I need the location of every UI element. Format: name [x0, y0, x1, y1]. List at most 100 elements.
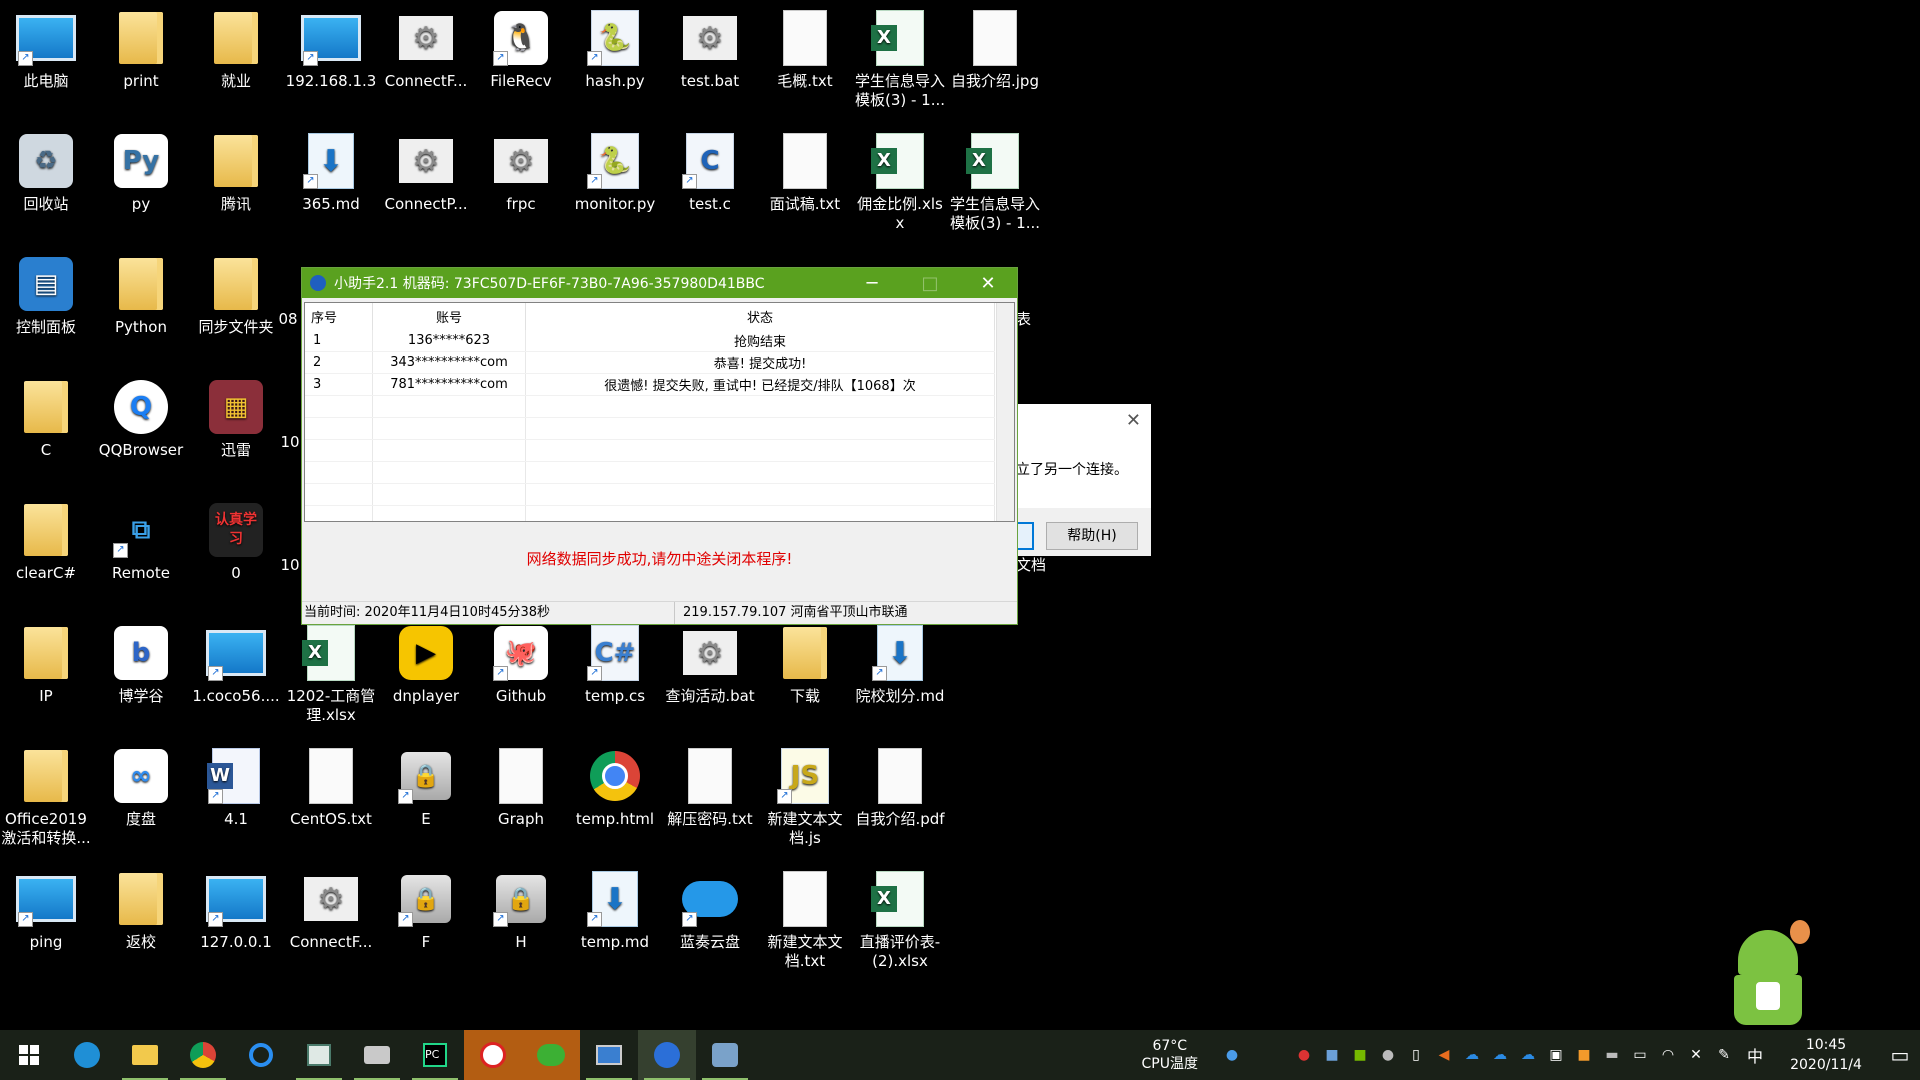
desktop-icon[interactable]: 🐧 ↗ FileRecv: [474, 4, 568, 91]
network-tool-icon[interactable]: [348, 1030, 406, 1080]
desktop-icon[interactable]: C# ↗ temp.cs: [568, 619, 662, 706]
desktop-icon[interactable]: ↗ 此电脑: [0, 4, 93, 91]
desktop-icon[interactable]: X 直播评价表-(2).xlsx: [853, 865, 947, 971]
desktop-icon[interactable]: X 学生信息导入模板(3) - 1...: [853, 4, 947, 110]
usb-icon[interactable]: ▯: [1404, 1047, 1428, 1063]
desktop-icon[interactable]: Q QQBrowser: [94, 373, 188, 460]
default-button[interactable]: [1016, 522, 1034, 550]
desktop-icon[interactable]: ⚙ ConnectF...: [379, 4, 473, 91]
maximize-button[interactable]: □: [901, 273, 959, 294]
desktop-icon[interactable]: ↗ 蓝奏云盘: [663, 865, 757, 952]
desktop-icon[interactable]: 🔒 ↗ E: [379, 742, 473, 829]
minimize-button[interactable]: ─: [843, 273, 901, 294]
edge-icon[interactable]: [58, 1030, 116, 1080]
desktop-icon[interactable]: 下载: [758, 619, 852, 706]
table-row[interactable]: [305, 461, 1014, 484]
desktop-icon[interactable]: b 博学谷: [94, 619, 188, 706]
table-row[interactable]: [305, 395, 1014, 418]
pycharm-icon[interactable]: PC: [406, 1030, 464, 1080]
desktop-icon[interactable]: ▦ 迅雷: [189, 373, 283, 460]
desktop-icon[interactable]: CentOS.txt: [284, 742, 378, 829]
table-row[interactable]: [305, 439, 1014, 462]
network-adapter-icon[interactable]: ▬: [1600, 1047, 1624, 1063]
qq-icon[interactable]: [464, 1030, 522, 1080]
table-row[interactable]: [305, 417, 1014, 440]
desktop-icon[interactable]: X 佣金比例.xlsx: [853, 127, 947, 233]
android-mascot-icon[interactable]: [1730, 920, 1810, 1030]
desktop-icon[interactable]: IP: [0, 619, 93, 706]
desktop-icon[interactable]: ♻ 回收站: [0, 127, 93, 214]
app-window-icon[interactable]: [290, 1030, 348, 1080]
desktop-icon[interactable]: ⚙ ConnectF...: [284, 865, 378, 952]
desktop-icon[interactable]: 同步文件夹: [189, 250, 283, 337]
desktop-icon[interactable]: 自我介绍.pdf: [853, 742, 947, 829]
desktop-icon[interactable]: temp.html: [568, 742, 662, 829]
desktop-icon[interactable]: 毛概.txt: [758, 4, 852, 91]
desktop-icon[interactable]: Python: [94, 250, 188, 337]
monitor-tray-icon[interactable]: ■: [1320, 1047, 1344, 1063]
desktop-icon[interactable]: C: [0, 373, 93, 460]
table-row[interactable]: 3 781**********com 很遗憾! 提交失败, 重试中! 已经提交/排队…: [305, 373, 1014, 396]
desktop-icon[interactable]: C ↗ test.c: [663, 127, 757, 214]
file-explorer-icon[interactable]: [116, 1030, 174, 1080]
battery-icon[interactable]: ▭: [1628, 1047, 1652, 1063]
onedrive-icon[interactable]: ☁: [1460, 1047, 1484, 1063]
desktop-icon[interactable]: ⬇ ↗ temp.md: [568, 865, 662, 952]
desktop-icon[interactable]: JS ↗ 新建文本文档.js: [758, 742, 852, 848]
table-row[interactable]: 1 136*****623 抢购结束: [305, 330, 1014, 352]
desktop-icon[interactable]: ▤ 控制面板: [0, 250, 93, 337]
desktop-icon[interactable]: ⧉ ↗ Remote: [94, 496, 188, 583]
desktop-icon[interactable]: 面试稿.txt: [758, 127, 852, 214]
ime-tray-icon[interactable]: ▣: [1544, 1047, 1568, 1063]
column-header-account[interactable]: 账号: [372, 303, 526, 330]
desktop-icon[interactable]: print: [94, 4, 188, 91]
desktop-icon[interactable]: 认真学习 0: [189, 496, 283, 583]
desktop-icon[interactable]: 腾讯: [189, 127, 283, 214]
help-button[interactable]: 帮助(H): [1046, 522, 1138, 550]
tool-icon[interactable]: [696, 1030, 754, 1080]
desktop-icon[interactable]: ⚙ test.bat: [663, 4, 757, 91]
desktop-icon[interactable]: ↗ ping: [0, 865, 93, 952]
desktop-icon[interactable]: Py py: [94, 127, 188, 214]
desktop-icon[interactable]: 🐍 ↗ hash.py: [568, 4, 662, 91]
qqbrowser-icon[interactable]: [232, 1030, 290, 1080]
desktop-icon[interactable]: ↗ 192.168.1.3: [284, 4, 378, 91]
tray-app-icon[interactable]: ●: [1220, 1047, 1244, 1063]
table-row[interactable]: [305, 483, 1014, 506]
desktop-icon[interactable]: 🐍 ↗ monitor.py: [568, 127, 662, 214]
table-row[interactable]: [305, 505, 1014, 521]
desktop-icon[interactable]: 返校: [94, 865, 188, 952]
helper-app-icon[interactable]: [638, 1030, 696, 1080]
desktop-icon[interactable]: ↗ 127.0.0.1: [189, 865, 283, 952]
desktop-icon[interactable]: ↗ 1.coco56....: [189, 619, 283, 706]
wechat-icon[interactable]: [522, 1030, 580, 1080]
desktop-icon[interactable]: clearC#: [0, 496, 93, 583]
sound-tray-icon[interactable]: ◀: [1432, 1047, 1456, 1063]
remote-desktop-icon[interactable]: [580, 1030, 638, 1080]
desktop-icon[interactable]: ⚙ frpc: [474, 127, 568, 214]
desktop-icon[interactable]: 就业: [189, 4, 283, 91]
desktop-icon[interactable]: 🔒 ↗ F: [379, 865, 473, 952]
clock[interactable]: 10:45 2020/11/4: [1782, 1035, 1870, 1075]
desktop-icon[interactable]: X 学生信息导入模板(3) - 1...: [948, 127, 1042, 233]
close-button[interactable]: ✕: [959, 273, 1017, 294]
windows-start-icon[interactable]: [0, 1030, 58, 1080]
desktop-icon[interactable]: W ↗ 4.1: [189, 742, 283, 829]
desktop-icon[interactable]: 自我介绍.jpg: [948, 4, 1042, 91]
desktop-icon[interactable]: ⬇ ↗ 365.md: [284, 127, 378, 214]
cpu-temperature[interactable]: 67°C CPU温度: [1142, 1037, 1198, 1073]
desktop-icon[interactable]: Office2019激活和转换...: [0, 742, 93, 848]
desktop-icon[interactable]: ⬇ ↗ 院校划分.md: [853, 619, 947, 706]
onedrive-sync-icon[interactable]: ☁: [1516, 1047, 1540, 1063]
desktop-icon[interactable]: ⚙ ConnectP...: [379, 127, 473, 214]
wifi-icon[interactable]: ◠: [1656, 1047, 1680, 1063]
table-row[interactable]: 2 343**********com 恭喜! 提交成功!: [305, 351, 1014, 374]
desktop-icon[interactable]: ∞ 度盘: [94, 742, 188, 829]
desktop-icon[interactable]: Graph: [474, 742, 568, 829]
desktop-icon[interactable]: 解压密码.txt: [663, 742, 757, 829]
volume-muted-icon[interactable]: ✕: [1684, 1047, 1708, 1063]
desktop-icon[interactable]: ⚙ 查询活动.bat: [663, 619, 757, 706]
desktop-icon[interactable]: ▶ dnplayer: [379, 619, 473, 706]
column-header-status[interactable]: 状态: [525, 303, 995, 330]
onedrive-icon-2[interactable]: ☁: [1488, 1047, 1512, 1063]
